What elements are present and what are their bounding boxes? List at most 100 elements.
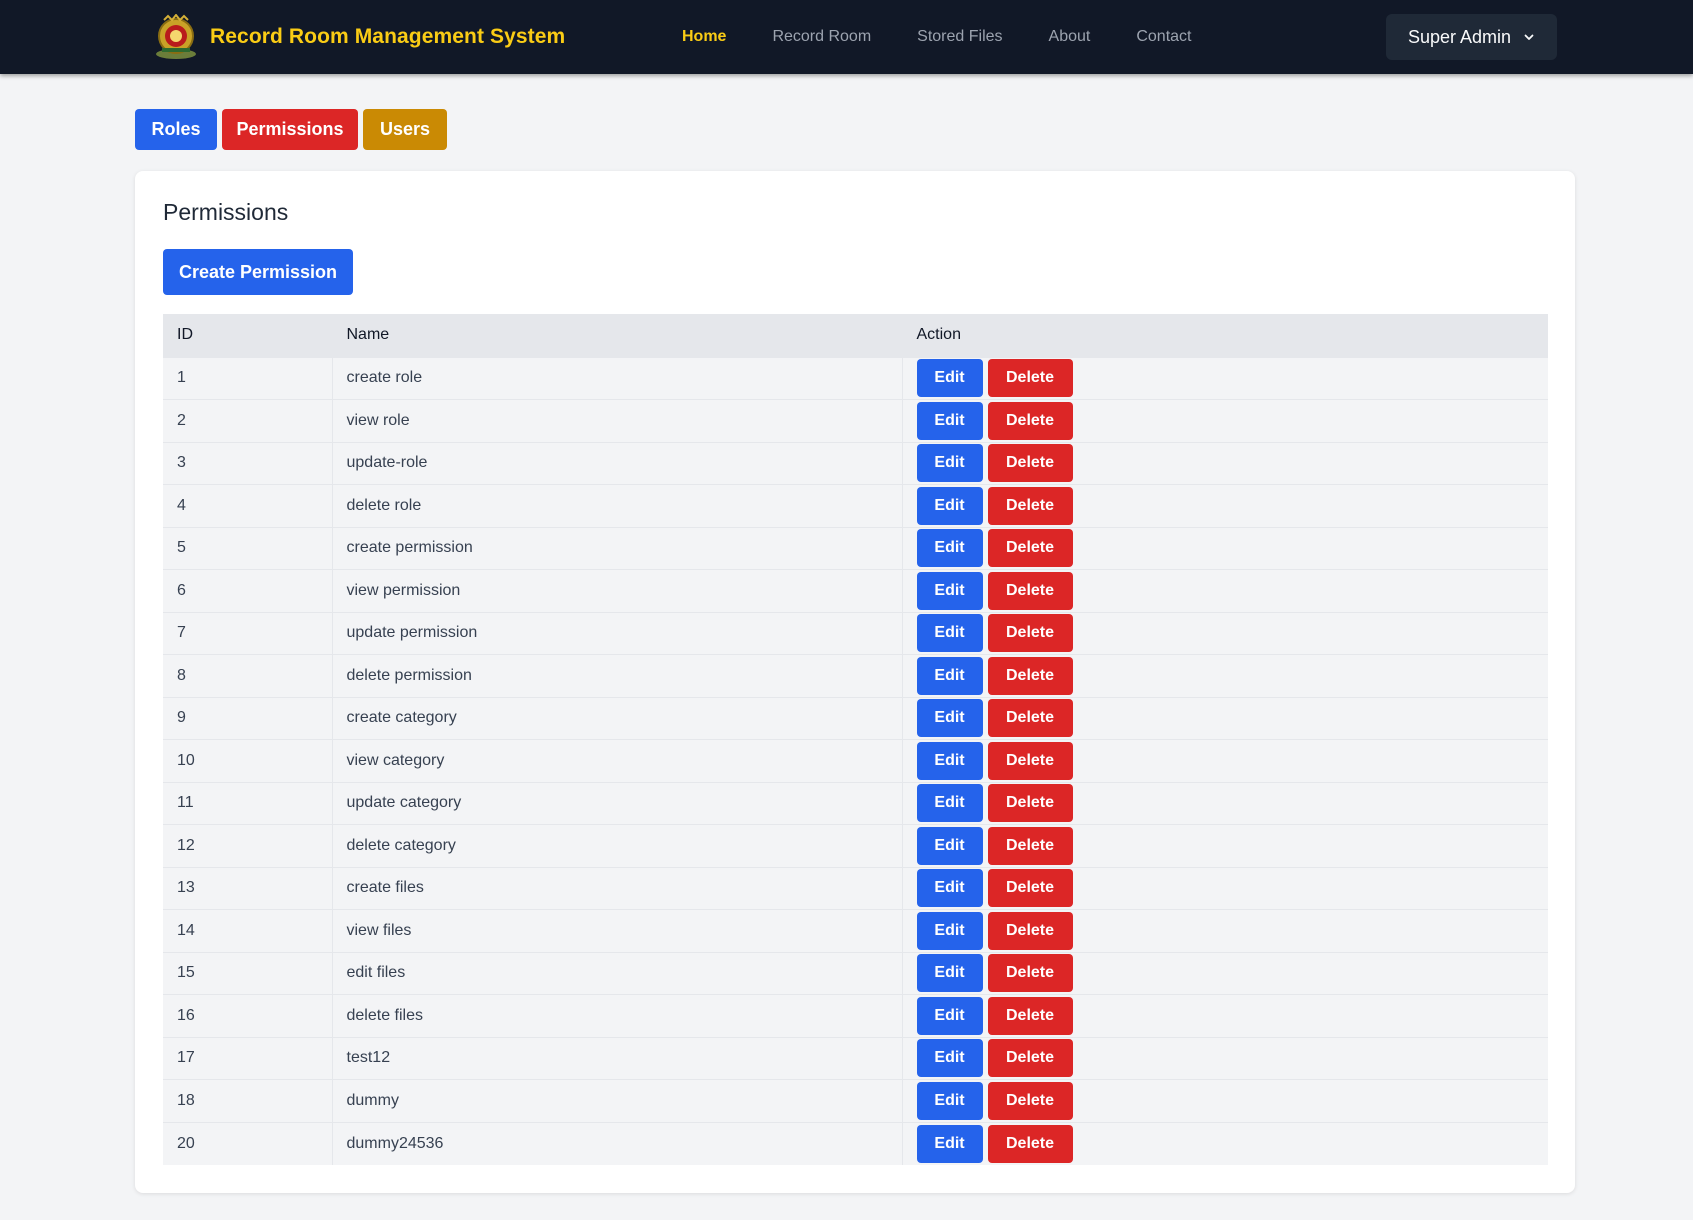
nav-link-stored-files[interactable]: Stored Files — [917, 28, 1002, 46]
cell-name: edit files — [332, 952, 903, 995]
table-row: 15 edit files Edit Delete — [163, 952, 1548, 995]
table-row: 1 create role Edit Delete — [163, 357, 1548, 400]
users-button[interactable]: Users — [363, 109, 447, 150]
delete-button[interactable]: Delete — [987, 741, 1073, 780]
table-header-row: ID Name Action — [163, 314, 1548, 357]
delete-button[interactable]: Delete — [987, 656, 1073, 695]
table-row: 16 delete files Edit Delete — [163, 994, 1548, 1037]
edit-button[interactable]: Edit — [916, 869, 983, 908]
brand-title: Record Room Management System — [210, 25, 566, 48]
roles-button[interactable]: Roles — [135, 109, 217, 150]
edit-button[interactable]: Edit — [916, 1081, 983, 1120]
cell-name: test12 — [332, 1037, 903, 1080]
edit-button[interactable]: Edit — [916, 486, 983, 525]
cell-name: create role — [332, 357, 903, 400]
edit-button[interactable]: Edit — [916, 699, 983, 738]
delete-button[interactable]: Delete — [987, 1039, 1073, 1078]
table-row: 6 view permission Edit Delete — [163, 569, 1548, 613]
delete-button[interactable]: Delete — [987, 486, 1073, 525]
table-row: 13 create files Edit Delete — [163, 867, 1548, 910]
cell-name: delete files — [332, 994, 903, 1037]
cell-action: Edit Delete — [902, 612, 1548, 655]
edit-button[interactable]: Edit — [916, 911, 983, 950]
cell-action: Edit Delete — [902, 442, 1548, 485]
cell-name: dummy24536 — [332, 1122, 903, 1165]
cell-id: 1 — [163, 357, 333, 400]
cell-id: 11 — [163, 782, 333, 825]
nav-link-record-room[interactable]: Record Room — [772, 28, 871, 46]
cell-name: create category — [332, 697, 903, 740]
cell-action: Edit Delete — [902, 952, 1548, 995]
cell-name: delete permission — [332, 654, 903, 697]
delete-button[interactable]: Delete — [987, 869, 1073, 908]
cell-action: Edit Delete — [902, 825, 1548, 868]
table-row: 10 view category Edit Delete — [163, 739, 1548, 783]
cell-id: 12 — [163, 824, 333, 867]
brand[interactable]: Record Room Management System — [154, 13, 565, 61]
cell-name: view permission — [332, 569, 903, 612]
edit-button[interactable]: Edit — [916, 1039, 983, 1078]
delete-button[interactable]: Delete — [987, 784, 1073, 823]
edit-button[interactable]: Edit — [916, 401, 983, 440]
cell-name: update category — [332, 782, 903, 825]
cell-name: view role — [332, 399, 903, 442]
cell-id: 18 — [163, 1079, 333, 1122]
table-row: 5 create permission Edit Delete — [163, 527, 1548, 570]
edit-button[interactable]: Edit — [916, 1124, 983, 1163]
edit-button[interactable]: Edit — [916, 826, 983, 865]
cell-action: Edit Delete — [902, 782, 1548, 825]
edit-button[interactable]: Edit — [916, 359, 983, 398]
cell-name: create permission — [332, 527, 903, 570]
table-row: 12 delete category Edit Delete — [163, 824, 1548, 868]
delete-button[interactable]: Delete — [987, 444, 1073, 483]
delete-button[interactable]: Delete — [987, 614, 1073, 653]
edit-button[interactable]: Edit — [916, 614, 983, 653]
header-id: ID — [163, 314, 333, 357]
table-row: 4 delete role Edit Delete — [163, 484, 1548, 527]
delete-button[interactable]: Delete — [987, 911, 1073, 950]
delete-button[interactable]: Delete — [987, 529, 1073, 568]
delete-button[interactable]: Delete — [987, 1124, 1073, 1163]
nav-link-about[interactable]: About — [1049, 28, 1091, 46]
nav-link-home[interactable]: Home — [682, 28, 726, 46]
delete-button[interactable]: Delete — [987, 571, 1073, 610]
table-row: 14 view files Edit Delete — [163, 909, 1548, 953]
cell-id: 13 — [163, 867, 333, 910]
edit-button[interactable]: Edit — [916, 571, 983, 610]
cell-name: dummy — [332, 1079, 903, 1122]
table-row: 20 dummy24536 Edit Delete — [163, 1122, 1548, 1165]
cell-id: 16 — [163, 994, 333, 1037]
delete-button[interactable]: Delete — [987, 996, 1073, 1035]
edit-button[interactable]: Edit — [916, 656, 983, 695]
delete-button[interactable]: Delete — [987, 954, 1073, 993]
cell-action: Edit Delete — [902, 570, 1548, 613]
table-row: 2 view role Edit Delete — [163, 399, 1548, 442]
create-permission-button[interactable]: Create Permission — [163, 249, 353, 295]
permissions-button[interactable]: Permissions — [222, 109, 358, 150]
cell-name: update-role — [332, 442, 903, 485]
user-menu-dropdown[interactable]: Super Admin — [1386, 14, 1557, 60]
edit-button[interactable]: Edit — [916, 996, 983, 1035]
edit-button[interactable]: Edit — [916, 784, 983, 823]
edit-button[interactable]: Edit — [916, 444, 983, 483]
delete-button[interactable]: Delete — [987, 699, 1073, 738]
cell-action: Edit Delete — [902, 357, 1548, 400]
delete-button[interactable]: Delete — [987, 359, 1073, 398]
delete-button[interactable]: Delete — [987, 401, 1073, 440]
edit-button[interactable]: Edit — [916, 954, 983, 993]
edit-button[interactable]: Edit — [916, 529, 983, 568]
delete-button[interactable]: Delete — [987, 1081, 1073, 1120]
cell-id: 2 — [163, 399, 333, 442]
cell-action: Edit Delete — [902, 740, 1548, 783]
table-row: 3 update-role Edit Delete — [163, 442, 1548, 485]
cell-id: 9 — [163, 697, 333, 740]
cell-name: delete role — [332, 484, 903, 527]
cell-action: Edit Delete — [902, 697, 1548, 740]
table-row: 11 update category Edit Delete — [163, 782, 1548, 825]
edit-button[interactable]: Edit — [916, 741, 983, 780]
table-row: 18 dummy Edit Delete — [163, 1079, 1548, 1122]
delete-button[interactable]: Delete — [987, 826, 1073, 865]
table-row: 8 delete permission Edit Delete — [163, 654, 1548, 697]
cell-action: Edit Delete — [902, 910, 1548, 953]
nav-link-contact[interactable]: Contact — [1136, 28, 1191, 46]
